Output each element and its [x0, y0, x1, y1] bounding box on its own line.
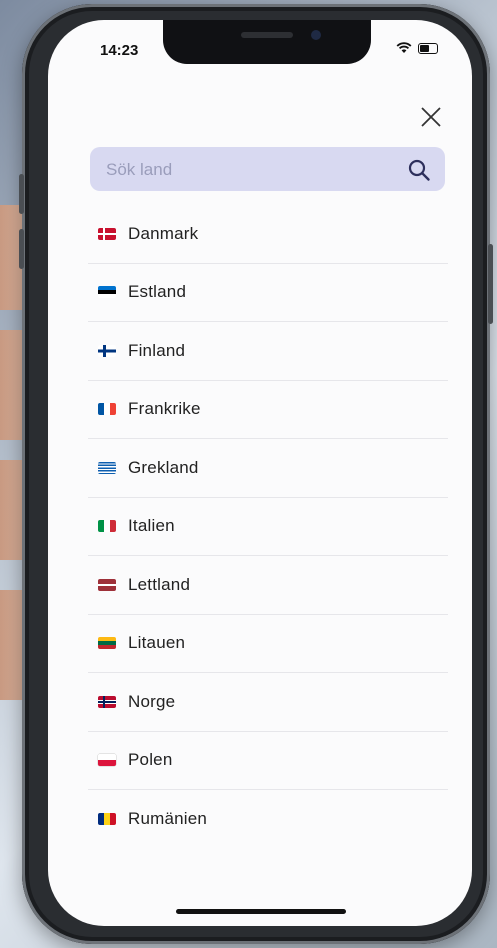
country-item-litauen[interactable]: Litauen: [88, 615, 448, 673]
country-label: Estland: [128, 282, 187, 302]
estonia-flag-icon: [98, 286, 116, 299]
country-item-lettland[interactable]: Lettland: [88, 556, 448, 615]
status-time: 14:23: [100, 42, 139, 59]
lithuania-flag-icon: [98, 637, 116, 650]
denmark-flag-icon: [98, 227, 116, 240]
search-input[interactable]: [104, 147, 398, 193]
speaker: [241, 32, 293, 38]
country-item-finland[interactable]: Finland: [88, 322, 448, 381]
wifi-icon: [396, 42, 412, 53]
country-label: Norge: [128, 691, 176, 711]
status-icons: [396, 42, 438, 54]
home-indicator[interactable]: [176, 909, 346, 914]
close-icon[interactable]: [418, 104, 444, 130]
country-item-rumanien[interactable]: Rumänien: [88, 790, 448, 849]
norway-flag-icon: [98, 695, 116, 708]
country-label: Finland: [128, 340, 186, 360]
romania-flag-icon: [98, 813, 116, 826]
country-item-estland[interactable]: Estland: [88, 264, 448, 322]
country-item-polen[interactable]: Polen: [88, 732, 448, 790]
country-list: Danmark Estland Finland Frankrike Grekla…: [88, 205, 448, 849]
power-button: [488, 244, 493, 324]
phone-screen: 14:23 Danmark Estland Finland: [48, 20, 472, 926]
country-label: Polen: [128, 750, 173, 770]
poland-flag-icon: [98, 754, 116, 767]
country-item-danmark[interactable]: Danmark: [88, 205, 448, 264]
latvia-flag-icon: [98, 578, 116, 591]
search-icon[interactable]: [407, 158, 431, 182]
country-label: Rumänien: [128, 809, 208, 829]
country-item-grekland[interactable]: Grekland: [88, 439, 448, 498]
greece-flag-icon: [98, 461, 116, 474]
camera-icon: [311, 30, 321, 40]
finland-flag-icon: [98, 344, 116, 357]
country-label: Frankrike: [128, 399, 201, 419]
country-item-frankrike[interactable]: Frankrike: [88, 381, 448, 439]
country-item-italien[interactable]: Italien: [88, 498, 448, 556]
italy-flag-icon: [98, 520, 116, 533]
volume-up-button: [19, 174, 24, 214]
france-flag-icon: [98, 403, 116, 416]
volume-down-button: [19, 229, 24, 269]
search-bar: [90, 147, 445, 193]
country-item-norge[interactable]: Norge: [88, 673, 448, 732]
battery-icon: [418, 42, 438, 54]
country-label: Danmark: [128, 223, 199, 243]
notch: [163, 20, 371, 64]
country-label: Litauen: [128, 633, 186, 653]
country-label: Italien: [128, 516, 175, 536]
country-label: Grekland: [128, 457, 199, 477]
country-label: Lettland: [128, 574, 191, 594]
